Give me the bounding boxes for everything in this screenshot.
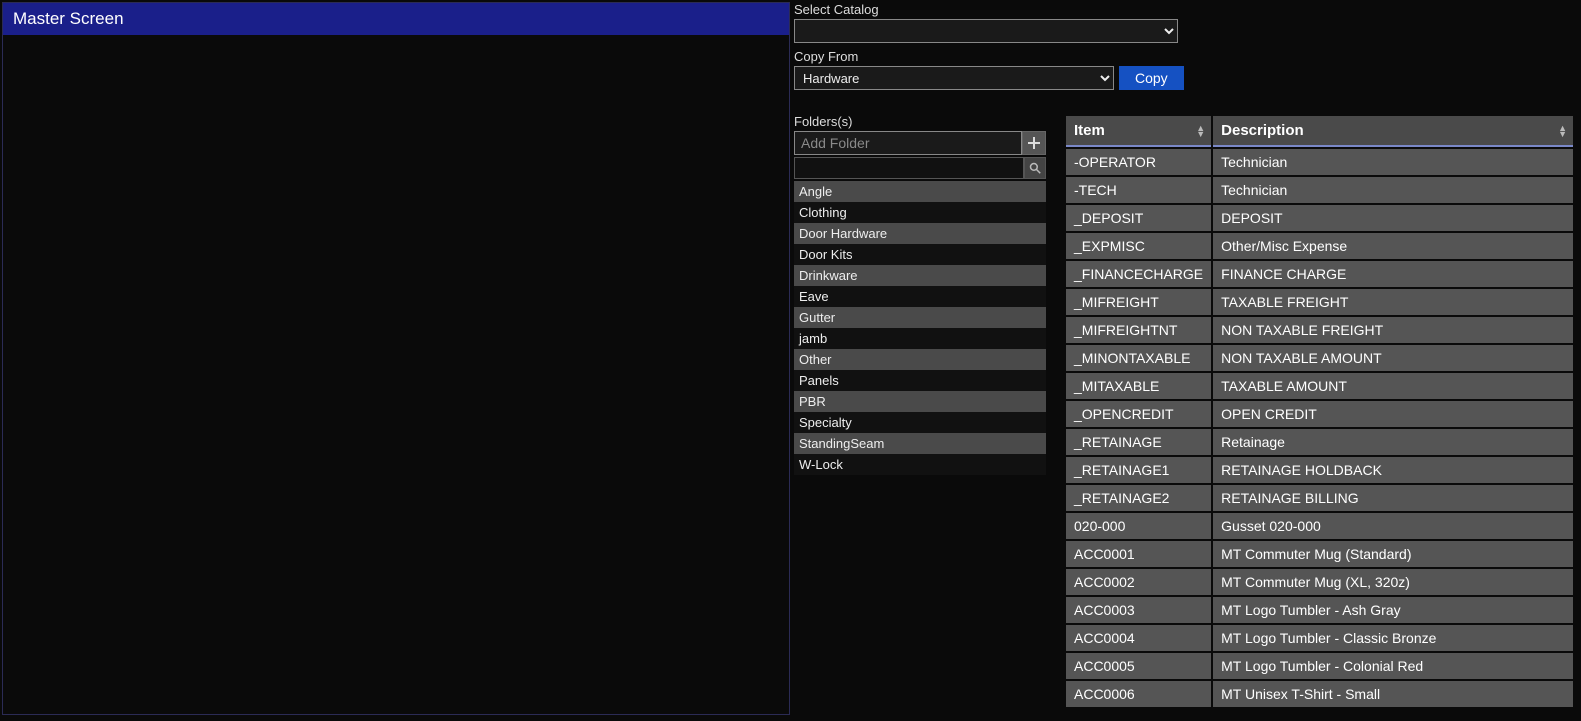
cell-description: MT Commuter Mug (Standard)	[1213, 541, 1573, 567]
cell-item: _MINONTAXABLE	[1066, 345, 1211, 371]
folder-item[interactable]: StandingSeam	[794, 433, 1046, 454]
sort-icon[interactable]: ▲▼	[1196, 125, 1205, 137]
folder-item[interactable]: Specialty	[794, 412, 1046, 433]
folder-item[interactable]: W-Lock	[794, 454, 1046, 475]
select-catalog-dropdown[interactable]	[794, 19, 1178, 43]
cell-description: Retainage	[1213, 429, 1573, 455]
cell-item: _EXPMISC	[1066, 233, 1211, 259]
folder-search-input[interactable]	[794, 157, 1024, 179]
folder-item[interactable]: Door Hardware	[794, 223, 1046, 244]
cell-description: NON TAXABLE FREIGHT	[1213, 317, 1573, 343]
table-row[interactable]: _OPENCREDITOPEN CREDIT	[1066, 401, 1573, 427]
folder-item[interactable]: Door Kits	[794, 244, 1046, 265]
cell-description: MT Logo Tumbler - Colonial Red	[1213, 653, 1573, 679]
cell-item: _MITAXABLE	[1066, 373, 1211, 399]
table-row[interactable]: ACC0001MT Commuter Mug (Standard)	[1066, 541, 1573, 567]
folder-item[interactable]: Panels	[794, 370, 1046, 391]
column-header-description[interactable]: Description ▲▼	[1213, 116, 1573, 147]
table-row[interactable]: _MIFREIGHTNTNON TAXABLE FREIGHT	[1066, 317, 1573, 343]
table-row[interactable]: -TECHTechnician	[1066, 177, 1573, 203]
cell-item: _FINANCECHARGE	[1066, 261, 1211, 287]
folder-search-button[interactable]	[1024, 157, 1046, 179]
folder-item[interactable]: jamb	[794, 328, 1046, 349]
master-screen-panel: Master Screen	[2, 2, 790, 715]
folder-item[interactable]: PBR	[794, 391, 1046, 412]
table-row[interactable]: _FINANCECHARGEFINANCE CHARGE	[1066, 261, 1573, 287]
cell-item: -TECH	[1066, 177, 1211, 203]
table-row[interactable]: _RETAINAGE1RETAINAGE HOLDBACK	[1066, 457, 1573, 483]
folder-item[interactable]: Angle	[794, 181, 1046, 202]
table-row[interactable]: ACC0003MT Logo Tumbler - Ash Gray	[1066, 597, 1573, 623]
table-row[interactable]: ACC0005MT Logo Tumbler - Colonial Red	[1066, 653, 1573, 679]
cell-item: _MIFREIGHTNT	[1066, 317, 1211, 343]
cell-description: MT Logo Tumbler - Classic Bronze	[1213, 625, 1573, 651]
search-icon	[1029, 162, 1041, 174]
cell-item: ACC0005	[1066, 653, 1211, 679]
cell-description: Technician	[1213, 177, 1573, 203]
cell-item: ACC0003	[1066, 597, 1211, 623]
copy-button[interactable]: Copy	[1119, 66, 1184, 90]
cell-description: Other/Misc Expense	[1213, 233, 1573, 259]
cell-item: 020-000	[1066, 513, 1211, 539]
table-row[interactable]: _RETAINAGERetainage	[1066, 429, 1573, 455]
column-header-item-label: Item	[1074, 122, 1105, 139]
folder-item[interactable]: Drinkware	[794, 265, 1046, 286]
table-row[interactable]: _EXPMISCOther/Misc Expense	[1066, 233, 1573, 259]
cell-item: _DEPOSIT	[1066, 205, 1211, 231]
cell-item: ACC0002	[1066, 569, 1211, 595]
cell-item: _RETAINAGE	[1066, 429, 1211, 455]
plus-icon	[1028, 137, 1040, 149]
cell-description: DEPOSIT	[1213, 205, 1573, 231]
cell-description: TAXABLE AMOUNT	[1213, 373, 1573, 399]
folder-item[interactable]: Eave	[794, 286, 1046, 307]
right-panel: Select Catalog Copy From Hardware Copy F…	[790, 0, 1581, 721]
cell-description: RETAINAGE HOLDBACK	[1213, 457, 1573, 483]
copy-from-dropdown[interactable]: Hardware	[794, 66, 1114, 90]
folder-item[interactable]: Gutter	[794, 307, 1046, 328]
cell-description: FINANCE CHARGE	[1213, 261, 1573, 287]
table-row[interactable]: ACC0006MT Unisex T-Shirt - Small	[1066, 681, 1573, 707]
table-row[interactable]: ACC0002MT Commuter Mug (XL, 320z)	[1066, 569, 1573, 595]
select-catalog-label: Select Catalog	[794, 2, 1575, 17]
table-row[interactable]: _MIFREIGHTTAXABLE FREIGHT	[1066, 289, 1573, 315]
folders-label: Folders(s)	[794, 114, 1046, 129]
cell-item: _MIFREIGHT	[1066, 289, 1211, 315]
table-row[interactable]: _MINONTAXABLENON TAXABLE AMOUNT	[1066, 345, 1573, 371]
sort-icon[interactable]: ▲▼	[1558, 125, 1567, 137]
table-row[interactable]: _RETAINAGE2RETAINAGE BILLING	[1066, 485, 1573, 511]
cell-description: MT Logo Tumbler - Ash Gray	[1213, 597, 1573, 623]
cell-item: _RETAINAGE2	[1066, 485, 1211, 511]
table-row[interactable]: -OPERATORTechnician	[1066, 149, 1573, 175]
cell-description: RETAINAGE BILLING	[1213, 485, 1573, 511]
cell-item: _OPENCREDIT	[1066, 401, 1211, 427]
folder-list: AngleClothingDoor HardwareDoor KitsDrink…	[794, 181, 1046, 475]
table-row[interactable]: _DEPOSITDEPOSIT	[1066, 205, 1573, 231]
cell-description: TAXABLE FREIGHT	[1213, 289, 1573, 315]
cell-description: Technician	[1213, 149, 1573, 175]
cell-item: -OPERATOR	[1066, 149, 1211, 175]
cell-item: ACC0004	[1066, 625, 1211, 651]
table-row[interactable]: ACC0004MT Logo Tumbler - Classic Bronze	[1066, 625, 1573, 651]
folder-item[interactable]: Other	[794, 349, 1046, 370]
column-header-item[interactable]: Item ▲▼	[1066, 116, 1211, 147]
cell-item: ACC0006	[1066, 681, 1211, 707]
cell-item: ACC0001	[1066, 541, 1211, 567]
column-header-description-label: Description	[1221, 122, 1304, 139]
add-folder-button[interactable]	[1022, 131, 1046, 155]
master-screen-title: Master Screen	[3, 3, 789, 35]
cell-description: NON TAXABLE AMOUNT	[1213, 345, 1573, 371]
table-row[interactable]: 020-000Gusset 020-000	[1066, 513, 1573, 539]
items-table: Item ▲▼ Description ▲▼ -OPERATORTechnici…	[1064, 114, 1575, 709]
copy-from-label: Copy From	[794, 49, 1575, 64]
add-folder-input[interactable]	[794, 131, 1022, 155]
cell-description: Gusset 020-000	[1213, 513, 1573, 539]
table-row[interactable]: _MITAXABLETAXABLE AMOUNT	[1066, 373, 1573, 399]
cell-description: MT Commuter Mug (XL, 320z)	[1213, 569, 1573, 595]
cell-description: MT Unisex T-Shirt - Small	[1213, 681, 1573, 707]
cell-description: OPEN CREDIT	[1213, 401, 1573, 427]
folder-item[interactable]: Clothing	[794, 202, 1046, 223]
cell-item: _RETAINAGE1	[1066, 457, 1211, 483]
